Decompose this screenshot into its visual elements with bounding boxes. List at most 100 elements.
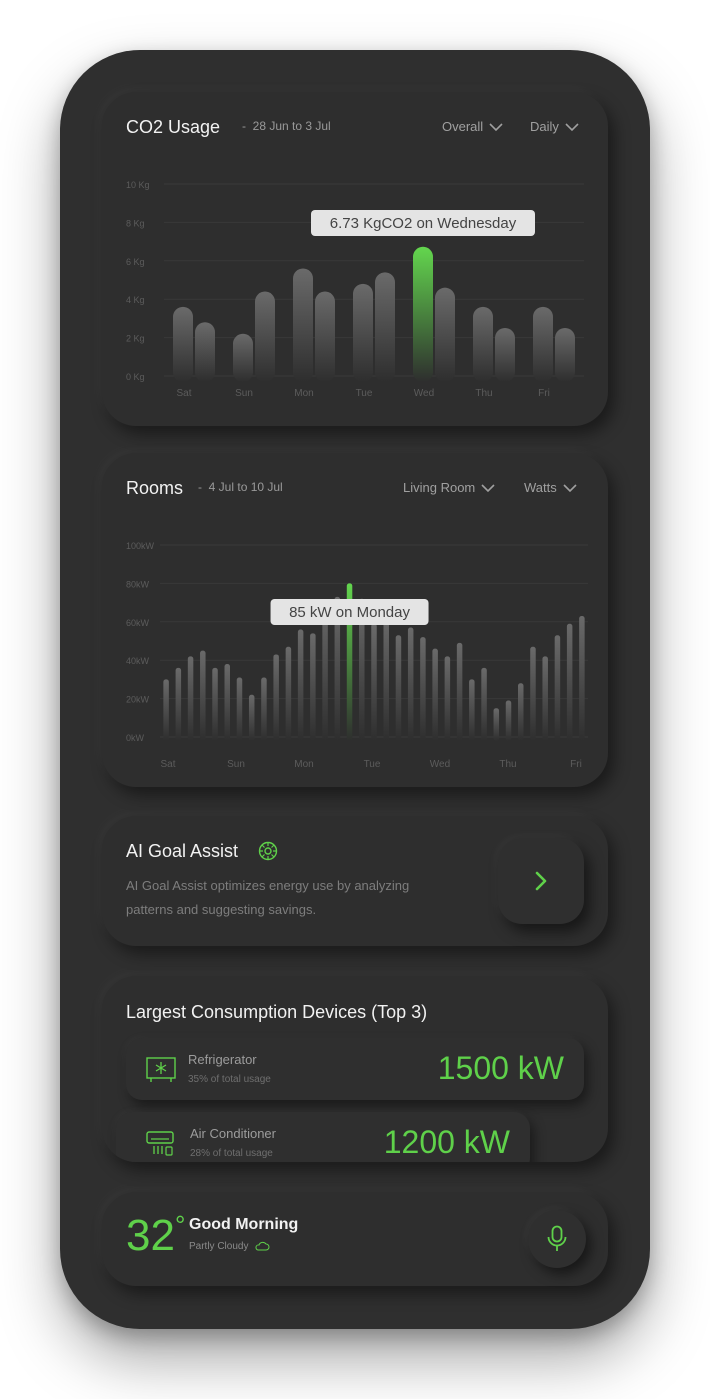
rooms-tooltip-text: 85 kW on Monday <box>289 604 410 621</box>
ai-goal-open-button[interactable] <box>498 838 584 924</box>
co2-bar-highlight[interactable] <box>413 246 433 382</box>
co2-tooltip-text: 6.73 KgCO2 on Wednesday <box>330 215 517 232</box>
rooms-bar[interactable] <box>163 679 169 741</box>
weather-card: 32° Good Morning Partly Cloudy <box>102 1192 608 1286</box>
co2-bar[interactable] <box>533 306 553 382</box>
co2-bar[interactable] <box>195 322 215 382</box>
rooms-bar[interactable] <box>566 623 573 741</box>
rooms-bar[interactable] <box>481 667 487 741</box>
rooms-x-tick: Sun <box>227 759 245 770</box>
rooms-bar[interactable] <box>517 683 524 741</box>
rooms-bar[interactable] <box>505 700 512 741</box>
co2-y-tick: 6 Kg <box>126 257 145 267</box>
devices-card-title: Largest Consumption Devices (Top 3) <box>126 1002 428 1022</box>
device-share: 35% of total usage <box>188 1074 271 1085</box>
rooms-card: Rooms - 4 Jul to 10 Jul Living Room Watt… <box>102 453 608 787</box>
co2-y-tick: 0 Kg <box>126 372 145 382</box>
rooms-bar[interactable] <box>224 664 231 741</box>
chevron-right-icon <box>535 871 547 891</box>
rooms-bar[interactable] <box>420 637 426 741</box>
device-row-refrigerator[interactable]: Refrigerator 35% of total usage 1500 kW <box>126 1038 584 1100</box>
co2-y-tick: 8 Kg <box>126 218 145 228</box>
temperature-value: 32 <box>126 1211 175 1260</box>
rooms-bar[interactable] <box>456 642 463 741</box>
rooms-x-tick: Tue <box>364 759 381 770</box>
co2-bar[interactable] <box>353 283 373 382</box>
co2-y-tick: 10 Kg <box>126 180 150 190</box>
rooms-bar[interactable] <box>530 646 536 741</box>
rooms-y-tick: 100kW <box>126 541 155 551</box>
rooms-bar[interactable] <box>542 656 548 741</box>
weather-condition-text: Partly Cloudy <box>189 1240 249 1252</box>
air-conditioner-icon <box>146 1131 174 1156</box>
rooms-bar[interactable] <box>248 694 255 741</box>
co2-bar[interactable] <box>293 268 313 382</box>
co2-usage-card: CO2 Usage - 28 Jun to 3 Jul Overall Dail… <box>102 92 608 426</box>
co2-x-tick: Sun <box>235 388 253 399</box>
rooms-bar[interactable] <box>383 616 389 741</box>
rooms-bar[interactable] <box>407 627 414 741</box>
co2-bar[interactable] <box>375 272 395 382</box>
rooms-bar[interactable] <box>469 679 475 741</box>
refrigerator-icon <box>146 1057 176 1082</box>
rooms-y-tick: 40kW <box>126 656 150 666</box>
co2-bar[interactable] <box>435 287 455 382</box>
rooms-x-tick: Mon <box>294 759 313 770</box>
weather-condition: Partly Cloudy <box>189 1240 270 1252</box>
voice-assistant-button[interactable] <box>528 1210 586 1268</box>
rooms-x-tick: Fri <box>570 759 582 770</box>
devices-card: Largest Consumption Devices (Top 3) Refr… <box>102 976 608 1162</box>
microphone-icon <box>547 1225 567 1251</box>
temperature: 32° <box>126 1212 185 1260</box>
rooms-bar[interactable] <box>285 646 292 741</box>
phone-frame: CO2 Usage - 28 Jun to 3 Jul Overall Dail… <box>60 50 650 1329</box>
rooms-y-tick: 20kW <box>126 695 150 705</box>
co2-tooltip: 6.73 KgCO2 on Wednesday <box>311 210 535 236</box>
rooms-bar[interactable] <box>212 667 218 741</box>
co2-y-tick: 2 Kg <box>126 334 145 344</box>
rooms-chart: 0kW 20kW 40kW 60kW 80kW 100kW Sat Sun Mon Tue Wed T… <box>126 541 588 770</box>
device-name: Refrigerator <box>188 1052 257 1067</box>
co2-bar[interactable] <box>173 306 193 382</box>
rooms-x-tick: Sat <box>160 759 175 770</box>
rooms-bar[interactable] <box>493 708 500 741</box>
co2-bar[interactable] <box>473 306 493 382</box>
rooms-bar[interactable] <box>261 677 267 741</box>
co2-bar[interactable] <box>495 328 515 382</box>
co2-x-tick: Wed <box>414 388 434 399</box>
co2-y-tick: 4 Kg <box>126 295 145 305</box>
rooms-bar[interactable] <box>297 629 304 741</box>
rooms-bar[interactable] <box>175 667 182 741</box>
co2-chart: 0 Kg 2 Kg 4 Kg 6 Kg 8 Kg 10 Kg Sat Sun Mon Tue Wed… <box>126 180 584 399</box>
degree-symbol: ° <box>174 1210 186 1240</box>
ai-brain-icon <box>258 841 278 861</box>
rooms-bar[interactable] <box>432 648 438 741</box>
co2-bar[interactable] <box>255 291 275 382</box>
co2-x-tick: Sat <box>176 388 191 399</box>
device-row-air-conditioner[interactable]: Air Conditioner 28% of total usage 1200 … <box>116 1112 530 1162</box>
co2-bar[interactable] <box>315 291 335 382</box>
rooms-y-tick: 80kW <box>126 579 150 589</box>
rooms-bar[interactable] <box>187 656 194 741</box>
ai-goal-title: AI Goal Assist <box>126 841 239 861</box>
rooms-x-tick: Thu <box>499 759 516 770</box>
ai-goal-description: AI Goal Assist optimizes energy use by a… <box>126 878 410 917</box>
rooms-bar[interactable] <box>444 656 451 741</box>
rooms-bar[interactable] <box>236 677 243 741</box>
partly-cloudy-icon <box>255 1241 270 1251</box>
device-share: 28% of total usage <box>190 1148 273 1159</box>
co2-x-tick: Fri <box>538 388 550 399</box>
rooms-bar[interactable] <box>579 616 585 741</box>
co2-bar[interactable] <box>233 333 253 382</box>
co2-x-tick: Tue <box>356 388 373 399</box>
rooms-tooltip: 85 kW on Monday <box>270 599 429 625</box>
rooms-bar[interactable] <box>200 650 206 741</box>
rooms-bar[interactable] <box>395 635 402 741</box>
rooms-bar[interactable] <box>371 623 377 741</box>
rooms-bar[interactable] <box>554 635 561 741</box>
device-value: 1500 kW <box>437 1050 564 1086</box>
co2-x-tick: Mon <box>294 388 313 399</box>
co2-bar[interactable] <box>555 328 575 382</box>
rooms-bar[interactable] <box>310 633 316 741</box>
rooms-bar[interactable] <box>273 654 279 741</box>
